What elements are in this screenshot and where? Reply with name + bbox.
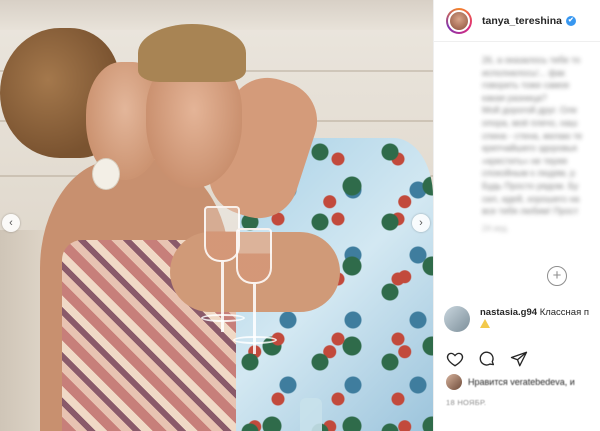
post-date: 18 НОЯБР. — [446, 398, 487, 407]
caption-line: сил, идей, хорошего на — [482, 193, 580, 204]
wine-glass-base — [201, 314, 245, 322]
like-heart-icon[interactable] — [446, 350, 464, 368]
post-photo[interactable]: ‹ › — [0, 0, 433, 431]
comment-body: Классная п — [539, 307, 590, 318]
avatar-image — [448, 9, 470, 32]
post-side-panel: tanya_tereshina ✔ 26, а оказалось тебе то… — [433, 0, 600, 431]
comment-bubble-icon[interactable] — [478, 350, 496, 368]
likes-summary: Нравится veratebedeva, и — [446, 374, 600, 390]
warning-emoji-icon — [480, 319, 490, 328]
next-photo-button[interactable]: › — [412, 214, 430, 232]
man-hair — [138, 24, 246, 82]
prev-photo-button[interactable]: ‹ — [2, 214, 20, 232]
wine-glass-right — [236, 228, 272, 284]
post-actions-bar — [446, 348, 596, 370]
username-text[interactable]: tanya_tereshina — [482, 15, 562, 27]
caption-line: исполнилось!... фак — [482, 67, 565, 78]
caption-line: спокойным к людям, р — [482, 168, 576, 179]
caption-text: 26, а оказалось тебе то исполнилось!... … — [482, 54, 600, 233]
caption-line: все тебя любим! Прост — [482, 206, 579, 217]
comment-item: nastasia.g94 Классная п — [444, 306, 600, 332]
caption-timestamp: 24 нед. — [482, 223, 509, 233]
commenter-username[interactable]: nastasia.g94 — [480, 307, 537, 318]
caption-line: крепчайшего здоровья — [482, 143, 577, 154]
profile-username[interactable]: tanya_tereshina ✔ — [482, 15, 576, 27]
earring — [92, 158, 120, 190]
load-more-comments-button[interactable]: + — [547, 266, 567, 286]
profile-avatar[interactable] — [446, 7, 472, 34]
liker-avatar[interactable] — [446, 374, 462, 390]
awning — [0, 0, 433, 30]
caption-line: «крестить» не теряя — [482, 155, 568, 166]
comment-text: nastasia.g94 Классная п — [480, 306, 600, 332]
caption-line: 26, а оказалось тебе то — [482, 55, 581, 65]
verified-badge-icon: ✔ — [565, 15, 576, 26]
wine-glass-left — [204, 206, 240, 262]
commenter-avatar[interactable] — [444, 306, 470, 332]
likes-text[interactable]: Нравится veratebedeva, и — [468, 377, 598, 387]
caption-line: какая разница? — [482, 92, 547, 103]
caption-line: спина - стена, желаю те — [482, 130, 583, 141]
caption-line: Мой дорогой друг. Оле — [482, 105, 578, 116]
comments-section: 26, а оказалось тебе то исполнилось!... … — [434, 42, 600, 342]
caption-line: Будь Просто рядом. Бу — [482, 180, 579, 191]
caption-line: опора, моё плечо, наш — [482, 117, 578, 128]
water-bottle — [300, 398, 322, 431]
caption-line: говорить тоже самое — [482, 80, 570, 91]
share-paper-plane-icon[interactable] — [510, 350, 528, 368]
wine-glass-base — [233, 336, 277, 344]
post-header: tanya_tereshina ✔ — [434, 0, 600, 42]
